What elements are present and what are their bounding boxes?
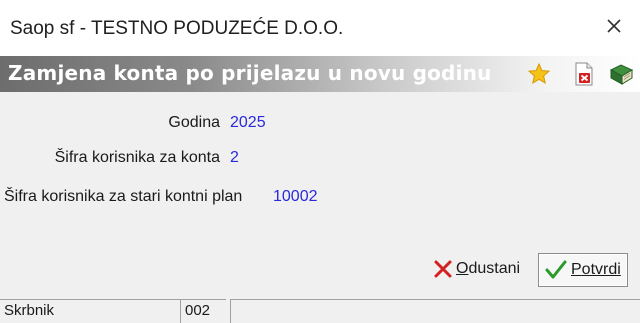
title-bar: Saop sf - TESTNO PODUZEĆE D.O.O. [0,0,640,56]
status-user: Skrbnik [0,299,180,323]
cancel-button[interactable]: Odustani [434,253,520,285]
delete-document-button[interactable] [571,61,597,87]
dialog-window: Saop sf - TESTNO PODUZEĆE D.O.O. Zamjena… [0,0,640,323]
book-button[interactable] [608,61,634,87]
confirm-mnemonic: P [571,261,582,278]
old-chart-user-code-label: Šifra korisnika za stari kontni plan [4,188,243,205]
close-button[interactable] [602,14,626,38]
favorite-button[interactable] [526,61,552,87]
window-title: Saop sf - TESTNO PODUZEĆE D.O.O. [10,18,344,39]
delete-document-icon [575,62,593,86]
form-area: Godina 2025 Šifra korisnika za konta 2 Š… [0,92,640,242]
accounts-user-code-field[interactable]: 2 [230,149,239,167]
cancel-mnemonic: O [456,260,469,277]
confirm-button[interactable]: Potvrdi [538,253,628,287]
x-icon [434,260,452,278]
year-field[interactable]: 2025 [230,114,266,132]
close-icon [607,19,621,33]
checkmark-icon [545,260,567,279]
status-code: 002 [180,299,226,323]
accounts-user-code-label: Šifra korisnika za konta [54,149,220,166]
header-band: Zamjena konta po prijelazu u novu godinu [0,56,640,92]
form-title: Zamjena konta po prijelazu u novu godinu [8,61,492,85]
cancel-label: dustani [468,260,521,277]
book-icon [609,64,634,85]
status-bar: Skrbnik 002 [0,296,640,323]
status-info [230,299,640,323]
year-label: Godina [168,114,220,131]
confirm-label: otvrdi [581,261,621,278]
old-chart-user-code-field[interactable]: 10002 [273,188,318,206]
star-icon [527,62,551,85]
